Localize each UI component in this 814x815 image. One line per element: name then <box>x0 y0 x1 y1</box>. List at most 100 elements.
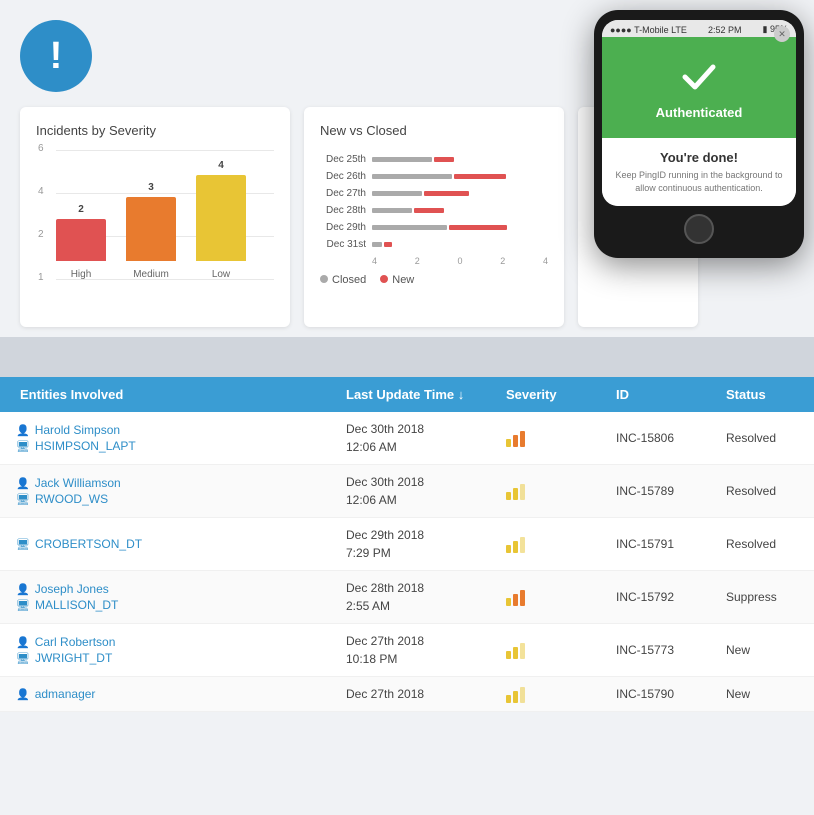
entity-cell: 👤 Carl Robertson 🖥 JWRIGHT_DT <box>16 635 346 665</box>
th-entities: Entities Involved <box>16 387 346 402</box>
newclosed-title: New vs Closed <box>320 123 548 138</box>
table-row: 👤 Joseph Jones 🖥 MALLISON_DT Dec 28th 20… <box>0 571 814 624</box>
severity-cell <box>506 685 616 703</box>
nvc-legend: Closed New <box>320 274 548 286</box>
th-id: ID <box>616 387 726 402</box>
entity-person: 👤 Joseph Jones <box>16 582 346 596</box>
table-row: 👤 Carl Robertson 🖥 JWRIGHT_DT Dec 27th 2… <box>0 624 814 677</box>
incidents-card: Incidents by Severity 6 4 2 1 2 High 3 <box>20 107 290 327</box>
entity-device: 🖥 MALLISON_DT <box>16 598 346 612</box>
phone-done-text: Keep PingID running in the background to… <box>612 169 786 194</box>
severity-cell <box>506 641 616 659</box>
top-section: ! Incidents by Severity 6 4 2 1 2 High <box>0 0 814 327</box>
auth-label: Authenticated <box>656 105 743 120</box>
entity-person: 👤 Carl Robertson <box>16 635 346 649</box>
phone-home-button[interactable] <box>684 214 714 244</box>
status-cell: Resolved <box>726 484 814 498</box>
table-row: 👤 Harold Simpson 🖥 HSIMPSON_LAPT Dec 30t… <box>0 412 814 465</box>
bar-high: 2 High <box>56 204 106 280</box>
entity-device: 🖥 CROBERTSON_DT <box>16 537 346 551</box>
nvc-row-dec28: Dec 28th <box>320 205 548 216</box>
phone-auth-box: Authenticated <box>602 37 796 138</box>
nvc-row-dec29: Dec 29th <box>320 222 548 233</box>
monitor-icon: 🖥 <box>16 493 30 506</box>
mid-divider <box>0 337 814 377</box>
status-cell: Resolved <box>726 537 814 551</box>
nvc-row-dec26: Dec 26th <box>320 171 548 182</box>
nvc-row-dec31: Dec 31st <box>320 239 548 250</box>
table-row: 👤 admanager Dec 27th 2018 INC-15790 New <box>0 677 814 712</box>
table-header: Entities Involved Last Update Time ↓ Sev… <box>0 377 814 412</box>
monitor-icon: 🖥 <box>16 440 30 453</box>
phone-close-button[interactable]: ✕ <box>774 26 790 42</box>
status-cell: Resolved <box>726 431 814 445</box>
severity-cell <box>506 588 616 606</box>
nvc-row-dec27: Dec 27th <box>320 188 548 199</box>
closed-dot <box>320 275 328 283</box>
th-status: Status <box>726 387 814 402</box>
person-icon: 👤 <box>16 636 30 649</box>
phone-done-title: You're done! <box>612 150 786 165</box>
monitor-icon: 🖥 <box>16 652 30 665</box>
status-cell: New <box>726 643 814 657</box>
th-update-time: Last Update Time ↓ <box>346 387 506 402</box>
entity-cell: 👤 Joseph Jones 🖥 MALLISON_DT <box>16 582 346 612</box>
new-dot <box>380 275 388 283</box>
table-section: Entities Involved Last Update Time ↓ Sev… <box>0 377 814 712</box>
person-icon: 👤 <box>16 477 30 490</box>
id-cell: INC-15792 <box>616 590 726 604</box>
id-cell: INC-15791 <box>616 537 726 551</box>
entity-person: 👤 admanager <box>16 687 346 701</box>
nvc-chart: Dec 25th Dec 26th Dec 27th <box>320 150 548 290</box>
newclosed-card: New vs Closed Dec 25th Dec 26th <box>304 107 564 327</box>
phone-status-bar: ●●●● T-Mobile LTE 2:52 PM ▮ 95% <box>602 20 796 37</box>
nvc-axis: 4 2 0 2 4 <box>320 256 548 266</box>
entity-device: 🖥 RWOOD_WS <box>16 492 346 506</box>
bar-low: 4 Low <box>196 160 246 280</box>
person-icon: 👤 <box>16 688 30 701</box>
time-cell: Dec 29th 2018 7:29 PM <box>346 526 506 562</box>
id-cell: INC-15789 <box>616 484 726 498</box>
time-cell: Dec 30th 2018 12:06 AM <box>346 420 506 456</box>
checkmark-icon <box>677 55 721 99</box>
severity-cell <box>506 429 616 447</box>
entity-cell: 👤 admanager <box>16 687 346 701</box>
severity-cell <box>506 482 616 500</box>
id-cell: INC-15790 <box>616 687 726 701</box>
alert-icon-label: ! <box>50 37 63 75</box>
status-cell: Suppress <box>726 590 814 604</box>
monitor-icon: 🖥 <box>16 599 30 612</box>
bar-chart: 6 4 2 1 2 High 3 Medium <box>36 150 274 310</box>
bars-container: 2 High 3 Medium 4 Low <box>56 150 246 280</box>
phone-done-section: You're done! Keep PingID running in the … <box>602 138 796 206</box>
time-cell: Dec 28th 2018 2:55 AM <box>346 579 506 615</box>
entity-person: 👤 Harold Simpson <box>16 423 346 437</box>
table-row: 👤 Jack Williamson 🖥 RWOOD_WS Dec 30th 20… <box>0 465 814 518</box>
entity-device: 🖥 JWRIGHT_DT <box>16 651 346 665</box>
alert-icon: ! <box>20 20 92 92</box>
phone-overlay: ●●●● T-Mobile LTE 2:52 PM ▮ 95% ✕ Authen… <box>594 10 804 258</box>
th-severity: Severity <box>506 387 616 402</box>
table-row: 🖥 CROBERTSON_DT Dec 29th 2018 7:29 PM IN… <box>0 518 814 571</box>
carrier-label: ●●●● T-Mobile LTE <box>610 25 687 35</box>
time-cell: Dec 30th 2018 12:06 AM <box>346 473 506 509</box>
entity-device: 🖥 HSIMPSON_LAPT <box>16 439 346 453</box>
time-label: 2:52 PM <box>708 25 742 35</box>
entity-person: 👤 Jack Williamson <box>16 476 346 490</box>
incidents-title: Incidents by Severity <box>36 123 274 138</box>
status-cell: New <box>726 687 814 701</box>
entity-cell: 👤 Harold Simpson 🖥 HSIMPSON_LAPT <box>16 423 346 453</box>
entity-cell: 👤 Jack Williamson 🖥 RWOOD_WS <box>16 476 346 506</box>
severity-cell <box>506 535 616 553</box>
time-cell: Dec 27th 2018 <box>346 685 506 703</box>
monitor-icon: 🖥 <box>16 538 30 551</box>
entity-cell: 🖥 CROBERTSON_DT <box>16 537 346 551</box>
id-cell: INC-15773 <box>616 643 726 657</box>
time-cell: Dec 27th 2018 10:18 PM <box>346 632 506 668</box>
id-cell: INC-15806 <box>616 431 726 445</box>
bar-medium: 3 Medium <box>126 182 176 280</box>
person-icon: 👤 <box>16 424 30 437</box>
phone-screen: ●●●● T-Mobile LTE 2:52 PM ▮ 95% ✕ Authen… <box>602 20 796 206</box>
nvc-row-dec25: Dec 25th <box>320 154 548 165</box>
person-icon: 👤 <box>16 583 30 596</box>
